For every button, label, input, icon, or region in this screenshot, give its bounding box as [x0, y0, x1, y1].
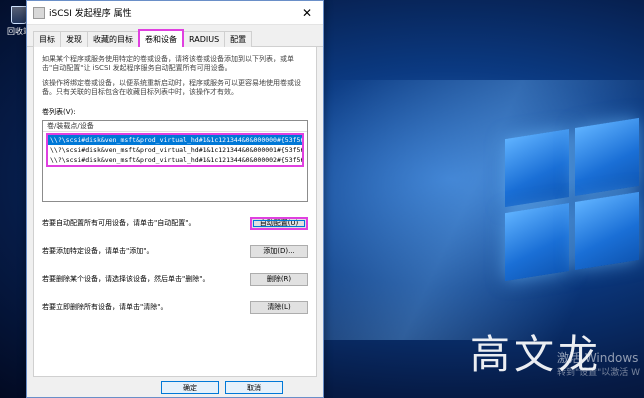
volume-listbox[interactable]: 卷/装载点/设备 \\?\scsi#disk&ven_msft&prod_vir… [42, 120, 308, 202]
windows-logo-icon [505, 117, 644, 289]
list-rows-highlight: \\?\scsi#disk&ven_msft&prod_virtual_hd#1… [46, 133, 304, 167]
app-icon [33, 6, 45, 19]
tab-configuration[interactable]: 配置 [224, 31, 253, 47]
volumes-panel: 如果某个程序或服务使用特定的卷或设备，请将该卷或设备添加到以下列表，或单击"自动… [33, 47, 317, 377]
description-paragraph-1: 如果某个程序或服务使用特定的卷或设备，请将该卷或设备添加到以下列表，或单击"自动… [42, 55, 294, 72]
clear-button[interactable]: 清除(L) [250, 300, 308, 314]
volume-list-label: 卷列表(V): [42, 108, 76, 116]
list-item[interactable]: \\?\scsi#disk&ven_msft&prod_virtual_hd#1… [48, 135, 302, 145]
description-paragraph-2: 该操作将绑定卷或设备，以便系统重新启动时，程序或服务可以更容易地使用卷或设备。只… [42, 79, 301, 96]
action-remove: 若要删除某个设备，请选择该设备，然后单击"删除"。 删除(R) [42, 272, 308, 286]
iscsi-properties-dialog: iSCSI 发起程序 属性 ✕ 目标 发现 收藏的目标 卷和设备 RADIUS … [26, 0, 324, 398]
add-hint: 若要添加特定设备，请单击"添加"。 [42, 247, 154, 255]
cancel-button[interactable]: 取消 [225, 381, 283, 394]
remove-hint: 若要删除某个设备，请选择该设备，然后单击"删除"。 [42, 275, 210, 283]
recycle-bin-icon [11, 6, 27, 24]
clear-hint: 若要立即删除所有设备，请单击"清除"。 [42, 303, 168, 311]
remove-button[interactable]: 删除(R) [250, 272, 308, 286]
tab-discovery[interactable]: 发现 [60, 31, 88, 47]
action-clear: 若要立即删除所有设备，请单击"清除"。 清除(L) [42, 300, 308, 314]
close-button[interactable]: ✕ [291, 1, 323, 25]
tab-favorite-targets[interactable]: 收藏的目标 [87, 31, 139, 47]
activate-windows-subtitle: 转到"设置"以激活 W [557, 368, 641, 378]
title-bar[interactable]: iSCSI 发起程序 属性 ✕ [27, 1, 323, 25]
dialog-title: iSCSI 发起程序 属性 [49, 9, 132, 19]
auto-configure-hint: 若要自动配置所有可用设备，请单击"自动配置"。 [42, 219, 196, 227]
list-column-header[interactable]: 卷/装载点/设备 [43, 121, 307, 132]
list-item[interactable]: \\?\scsi#disk&ven_msft&prod_virtual_hd#1… [48, 155, 302, 165]
add-button[interactable]: 添加(D)... [250, 244, 308, 258]
tab-radius[interactable]: RADIUS [183, 31, 226, 47]
action-add: 若要添加特定设备，请单击"添加"。 添加(D)... [42, 244, 308, 258]
list-item[interactable]: \\?\scsi#disk&ven_msft&prod_virtual_hd#1… [48, 145, 302, 155]
activate-windows-title: 激活 Windows [557, 351, 639, 365]
ok-button[interactable]: 确定 [161, 381, 219, 394]
tab-strip: 目标 发现 收藏的目标 卷和设备 RADIUS 配置 [27, 25, 323, 47]
action-auto-configure: 若要自动配置所有可用设备，请单击"自动配置"。 自动配置(U) [42, 216, 308, 230]
dialog-button-bar: 确定 取消 [27, 381, 323, 397]
auto-configure-button[interactable]: 自动配置(U) [250, 216, 308, 230]
tab-volumes-devices[interactable]: 卷和设备 [138, 29, 184, 47]
tab-targets[interactable]: 目标 [33, 31, 61, 47]
